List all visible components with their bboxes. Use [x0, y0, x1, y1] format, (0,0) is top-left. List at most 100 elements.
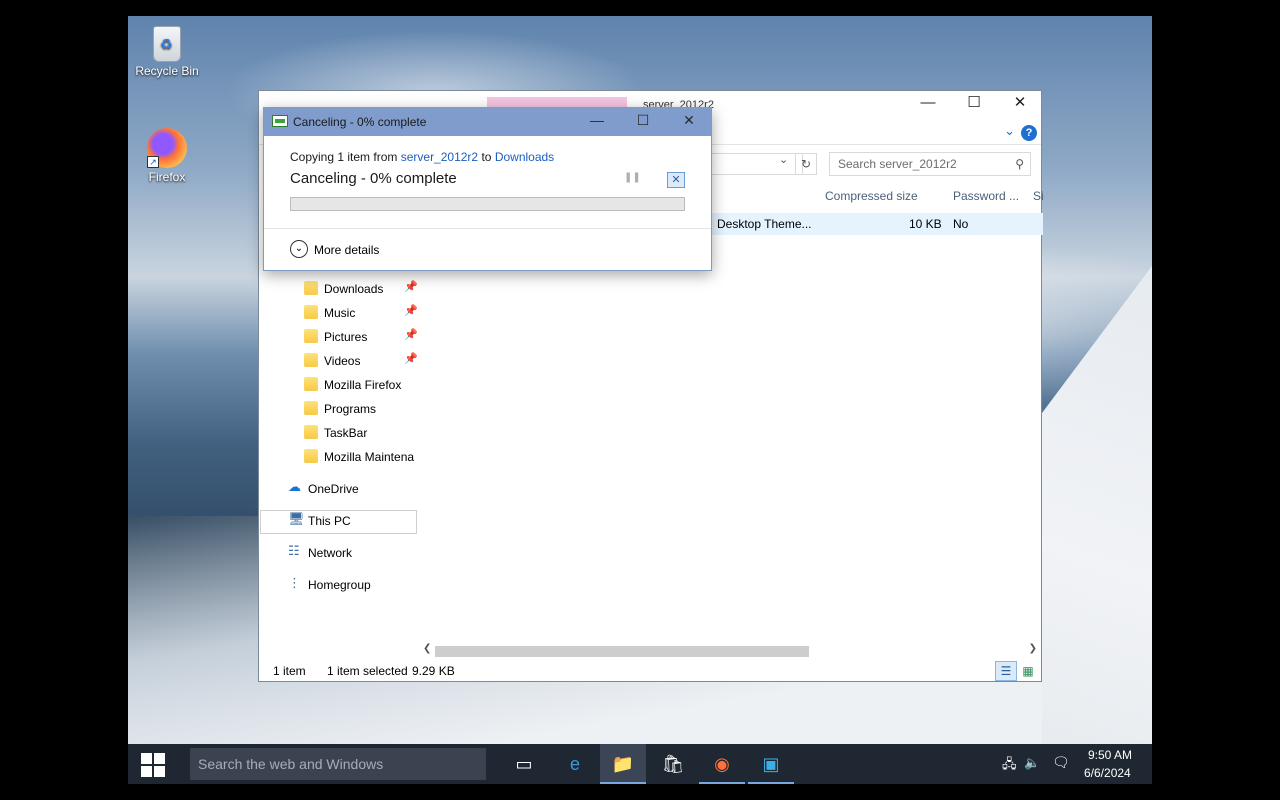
wallpaper-mountain	[1042, 266, 1152, 756]
nav-item-mozilla-firefox[interactable]: Mozilla Firefox	[304, 375, 419, 397]
onedrive-icon: ☁	[288, 479, 301, 494]
progress-bar	[290, 197, 685, 211]
nav-item-onedrive[interactable]: ☁ OneDrive	[288, 479, 419, 501]
minimize-button[interactable]: —	[905, 91, 951, 115]
store-icon[interactable]: 🛍	[650, 744, 696, 784]
copy-description: Copying 1 item from server_2012r2 to Dow…	[290, 150, 554, 164]
windows-logo-icon-part	[154, 753, 165, 764]
firefox-icon: ↗	[147, 128, 187, 168]
action-center-icon[interactable]: 🗨	[1052, 754, 1070, 771]
file-explorer-icon[interactable]: 📁	[600, 744, 646, 784]
search-icon[interactable]: ⚲	[1015, 153, 1024, 175]
address-dropdown-icon[interactable]: ⌄	[779, 153, 788, 166]
folder-icon	[304, 425, 318, 439]
source-link[interactable]: server_2012r2	[401, 150, 478, 164]
nav-item-programs[interactable]: Programs	[304, 399, 419, 421]
search-input[interactable]: Search server_2012r2 ⚲	[829, 152, 1031, 176]
pin-icon[interactable]: 📌	[404, 328, 418, 341]
volume-icon[interactable]: 🔈	[1024, 755, 1040, 771]
help-icon[interactable]: ?	[1021, 125, 1037, 141]
nav-item-mozilla-maintenance[interactable]: Mozilla Maintena	[304, 447, 419, 469]
refresh-icon[interactable]: ↻	[795, 153, 817, 175]
column-compressed-size[interactable]: Compressed size	[825, 189, 918, 203]
file-compressed-size: 10 KB	[909, 217, 942, 231]
file-password: No	[953, 217, 969, 231]
chevron-down-icon[interactable]: ⌄	[1004, 123, 1015, 139]
chevron-down-icon: ⌄	[290, 240, 308, 258]
divider	[264, 228, 711, 229]
desktop-icon-recycle-bin[interactable]: Recycle Bin	[129, 26, 205, 78]
nav-item-music[interactable]: Music 📌	[304, 303, 419, 325]
nav-item-videos[interactable]: Videos 📌	[304, 351, 419, 373]
recycle-bin-icon	[153, 26, 181, 62]
item-count: 1 item	[273, 664, 306, 678]
nav-item-downloads[interactable]: Downloads 📌	[304, 279, 419, 301]
clock-time[interactable]: 9:50 AM	[1088, 748, 1132, 762]
table-row[interactable]: Desktop Theme... 10 KB No	[709, 213, 1043, 235]
task-view-icon[interactable]: ▭	[501, 744, 547, 784]
nav-item-network[interactable]: ☷ Network	[288, 543, 419, 565]
maximize-button[interactable]: ☐	[951, 91, 997, 115]
scroll-right-icon[interactable]: ❯	[1029, 643, 1037, 654]
destination-link[interactable]: Downloads	[495, 150, 554, 164]
nav-item-this-pc[interactable]: 🖥 This PC	[260, 510, 417, 534]
column-password[interactable]: Password ...	[953, 189, 1019, 203]
minimize-button[interactable]: —	[574, 109, 620, 133]
nav-item-pictures[interactable]: Pictures 📌	[304, 327, 419, 349]
network-tray-icon[interactable]: 🖧	[1002, 755, 1017, 777]
selection-count: 1 item selected	[327, 664, 408, 678]
column-size[interactable]: Si	[1033, 189, 1044, 203]
copy-status: Canceling - 0% complete	[290, 170, 457, 187]
scroll-left-icon[interactable]: ❮	[423, 643, 431, 654]
close-button[interactable]: ✕	[666, 109, 712, 133]
clock-date[interactable]: 6/6/2024	[1084, 766, 1131, 780]
folder-icon	[304, 377, 318, 391]
downloads-folder-icon	[304, 281, 318, 295]
taskbar-search-input[interactable]: Search the web and Windows	[190, 748, 486, 780]
taskbar: Search the web and Windows ▭ e 📁 🛍 ◉ ▣ 🖧…	[128, 744, 1152, 784]
folder-icon	[304, 401, 318, 415]
column-headers: Compressed size Password ... Si	[709, 185, 1044, 209]
file-type: Desktop Theme...	[717, 217, 812, 231]
nav-item-homegroup[interactable]: ⋮ Homegroup	[288, 575, 419, 597]
cancel-icon[interactable]: ✕	[667, 172, 685, 188]
remote-desktop-icon[interactable]: ▣	[748, 744, 794, 784]
shortcut-arrow-icon: ↗	[147, 156, 159, 168]
system-tray: 🖧 🔈 🗨 9:50 AM 6/6/2024	[996, 744, 1152, 784]
address-bar[interactable]	[709, 153, 803, 175]
dialog-title: Canceling - 0% complete	[293, 115, 427, 129]
copy-progress-dialog: Canceling - 0% complete — ☐ ✕ Copying 1 …	[263, 107, 712, 271]
selection-size: 9.29 KB	[412, 664, 455, 678]
close-button[interactable]: ✕	[997, 91, 1043, 115]
pin-icon[interactable]: 📌	[404, 304, 418, 317]
nav-item-taskbar[interactable]: TaskBar	[304, 423, 419, 445]
maximize-button[interactable]: ☐	[620, 109, 666, 133]
pictures-folder-icon	[304, 329, 318, 343]
horizontal-scrollbar[interactable]: ❮ ❯	[421, 643, 1041, 659]
dialog-titlebar[interactable]: Canceling - 0% complete — ☐ ✕	[264, 108, 711, 136]
this-pc-icon: 🖥	[288, 511, 305, 526]
videos-folder-icon	[304, 353, 318, 367]
desktop-icon-label: Recycle Bin	[135, 64, 199, 78]
homegroup-icon: ⋮	[288, 575, 301, 590]
pin-icon[interactable]: 📌	[404, 352, 418, 365]
pause-icon[interactable]: ❚❚	[624, 172, 641, 186]
details-view-icon[interactable]: ☰	[995, 661, 1017, 681]
firefox-icon[interactable]: ◉	[699, 744, 745, 784]
copy-to-text: to	[481, 150, 492, 164]
desktop-icon-label: Firefox	[148, 170, 186, 184]
network-icon: ☷	[288, 543, 300, 558]
windows-logo-icon	[141, 753, 152, 764]
desktop-icon-firefox[interactable]: ↗ Firefox	[129, 128, 205, 184]
copy-prefix: Copying 1 item from	[290, 150, 398, 164]
edge-icon[interactable]: e	[552, 744, 598, 784]
windows-logo-icon-part	[154, 766, 165, 777]
pin-icon[interactable]: 📌	[404, 280, 418, 293]
large-icons-view-icon[interactable]: ▦	[1019, 662, 1037, 680]
status-bar: 1 item 1 item selected 9.29 KB ☰ ▦	[259, 661, 1041, 681]
folder-icon	[304, 449, 318, 463]
start-button[interactable]	[128, 744, 176, 784]
scrollbar-thumb[interactable]	[435, 646, 809, 657]
search-placeholder: Search server_2012r2	[838, 157, 957, 171]
desktop: Recycle Bin ↗ Firefox server_2012r2 — ☐ …	[128, 16, 1152, 784]
